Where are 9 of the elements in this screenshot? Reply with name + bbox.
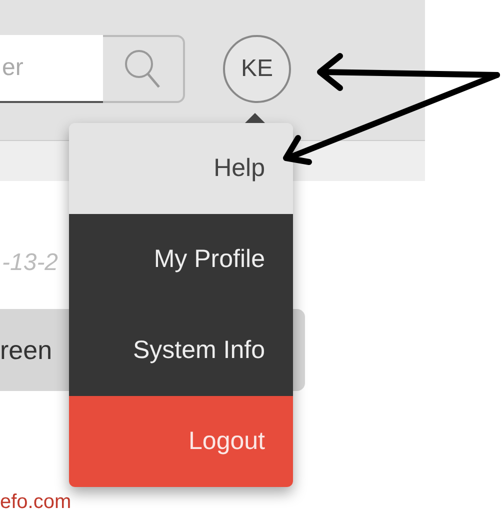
banner-text: reen xyxy=(0,334,52,366)
menu-item[interactable]: System Info xyxy=(69,305,293,396)
user-avatar[interactable]: KE xyxy=(223,35,291,103)
menu-item[interactable]: Help xyxy=(69,123,293,214)
search-field[interactable]: er xyxy=(0,35,103,103)
email-link[interactable]: efo.com xyxy=(0,491,72,514)
search-button[interactable] xyxy=(103,35,185,103)
date-text: -13-2 xyxy=(2,249,58,277)
menu-item[interactable]: My Profile xyxy=(69,214,293,305)
